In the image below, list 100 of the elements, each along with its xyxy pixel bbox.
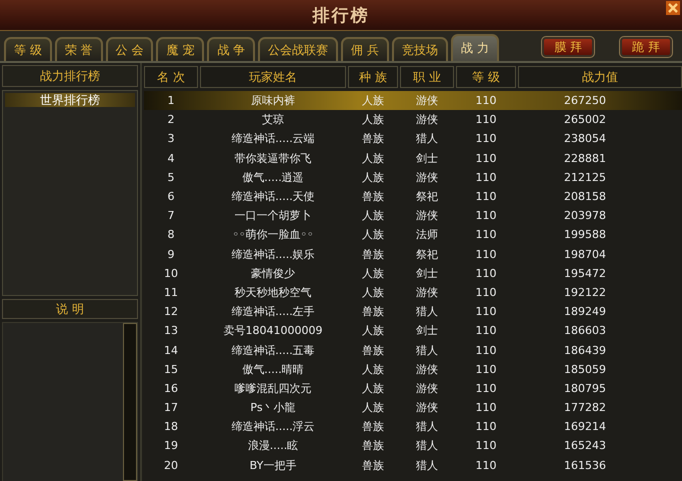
table-cell-text: 兽族 — [361, 304, 385, 320]
column-header[interactable]: 职 业 — [400, 66, 454, 88]
column-header[interactable]: 名 次 — [144, 66, 198, 88]
table-row[interactable]: 9 缔造神话.....娱乐 兽族 祭祀 110 198704 — [144, 244, 682, 264]
tab[interactable]: 公 会 — [106, 37, 154, 61]
table-row[interactable]: 1 原味内裤 人族 游侠 110 267250 — [144, 91, 682, 110]
tab[interactable]: 竞技场 — [392, 37, 448, 61]
table-cell-text: 2 — [166, 112, 176, 128]
table-cell-text: 人族 — [361, 284, 385, 301]
table-cell-text: 110 — [474, 131, 498, 148]
table-cell-text: 人族 — [361, 208, 385, 224]
table-cell-text: 人族 — [361, 93, 385, 110]
tab[interactable]: 战 力 — [450, 34, 499, 61]
window-title: 排行榜 — [312, 4, 370, 26]
table-row[interactable]: 7 一口一个胡萝卜 人族 游侠 110 203978 — [144, 206, 682, 226]
table-row[interactable]: 6 缔造神话.....天使 兽族 祭祀 110 208158 — [144, 186, 682, 206]
table-cell-text: 110 — [474, 419, 498, 436]
table-cell-text: 缔造神话.....浮云 — [230, 419, 316, 436]
table-cell-text: BY一把手 — [248, 458, 298, 474]
table-cell-text: 14 — [163, 342, 179, 359]
sidebar-item[interactable]: 世界排行榜 — [5, 93, 135, 107]
table-row[interactable]: 5 傲气.....逍遥 人族 游侠 110 212125 — [144, 168, 682, 187]
close-icon[interactable] — [666, 1, 680, 15]
info-button[interactable]: 说 明 — [2, 299, 138, 319]
table-cell-text: 110 — [474, 93, 498, 110]
table-cell-text: 一口一个胡萝卜 — [234, 208, 312, 224]
table-cell-text: 110 — [474, 342, 498, 359]
table-cell-text: 剑士 — [415, 150, 439, 167]
sidebar-header: 战力排行榜 — [2, 65, 138, 87]
table-cell-text: 法师 — [415, 227, 439, 244]
table-row[interactable]: 19 浪漫.....眩 兽族 猎人 110 165243 — [144, 436, 682, 456]
table-cell-text: 110 — [474, 304, 498, 320]
table-row[interactable]: 18 缔造神话.....浮云 兽族 猎人 110 169214 — [144, 417, 682, 436]
table-cell-text: 7 — [166, 208, 176, 224]
table-cell-text: 238054 — [563, 131, 607, 148]
table-cell-text: 缔造神话.....天使 — [230, 189, 316, 206]
table-cell-text: 缔造神话.....左手 — [230, 304, 316, 320]
table-cell-text: 人族 — [361, 266, 385, 282]
table-cell-text: 15 — [163, 362, 179, 378]
table-row[interactable]: 11 秒天秒地秒空气 人族 游侠 110 192122 — [144, 282, 682, 302]
table-cell-text: 6 — [166, 189, 176, 206]
column-header[interactable]: 种 族 — [348, 66, 398, 88]
table-cell-text: 110 — [474, 362, 498, 378]
table-cell-text: 傲气.....逍遥 — [241, 170, 305, 186]
table-cell-text: 祭祀 — [415, 189, 439, 206]
table-row[interactable]: 12 缔造神话.....左手 兽族 猎人 110 189249 — [144, 302, 682, 322]
action-button[interactable]: 跪 拜 — [620, 37, 672, 57]
table-cell-text: 208158 — [563, 189, 607, 206]
tab[interactable]: 佣 兵 — [341, 37, 389, 61]
table-cell-text: 兽族 — [361, 438, 385, 454]
table-cell-text: 游侠 — [415, 400, 439, 416]
tab[interactable]: 公会战联赛 — [258, 37, 338, 61]
table-cell-text: 185059 — [563, 362, 607, 378]
table-cell-text: 游侠 — [415, 112, 439, 128]
table-row[interactable]: 20 BY一把手 兽族 猎人 110 161536 — [144, 456, 682, 475]
table-row[interactable]: 15 傲气.....晴晴 人族 游侠 110 185059 — [144, 360, 682, 379]
column-header[interactable]: 玩家姓名 — [200, 66, 346, 88]
table-cell-text: 猎人 — [415, 458, 439, 474]
table-cell-text: 110 — [474, 400, 498, 416]
table-cell-text: 3 — [166, 131, 176, 148]
table-cell-text: 110 — [474, 112, 498, 128]
table-cell-text: 110 — [474, 170, 498, 186]
column-header[interactable]: 等 级 — [456, 66, 516, 88]
table-cell-text: 人族 — [361, 170, 385, 186]
tab[interactable]: 魔 宠 — [156, 37, 204, 61]
table-cell-text: 265002 — [563, 112, 607, 128]
table-cell-text: 11 — [163, 284, 179, 301]
table-cell-text: 195472 — [563, 266, 607, 282]
table-cell-text: 剑士 — [415, 266, 439, 282]
table-cell-text: 177282 — [563, 400, 607, 416]
tab[interactable]: 战 争 — [207, 37, 256, 61]
table-cell-text: 人族 — [361, 323, 385, 340]
table-cell-text: 兽族 — [361, 189, 385, 206]
table-cell-text: 卖号18041000009 — [222, 323, 324, 340]
table-cell-text: 16 — [163, 380, 179, 397]
table-cell-text: 艾琼 — [261, 112, 285, 128]
table-row[interactable]: 2 艾琼 人族 游侠 110 265002 — [144, 110, 682, 130]
table-row[interactable]: 14 缔造神话.....五毒 兽族 猎人 110 186439 — [144, 340, 682, 360]
table-cell-text: 9 — [166, 246, 176, 263]
table-cell-text: 110 — [474, 208, 498, 224]
column-header[interactable]: 战力值 — [518, 66, 682, 88]
scrollbar[interactable] — [123, 323, 137, 481]
table-cell-text: 猎人 — [415, 342, 439, 359]
action-button[interactable]: 膜 拜 — [542, 37, 594, 57]
table-cell-text: 人族 — [361, 150, 385, 167]
table-cell-text: 186603 — [563, 323, 607, 340]
table-row[interactable]: 10 豪情俊少 人族 剑士 110 195472 — [144, 264, 682, 283]
tab[interactable]: 荣 誉 — [54, 37, 103, 61]
table-cell-text: 游侠 — [415, 284, 439, 301]
table-row[interactable]: 16 嗲嗲混乱四次元 人族 游侠 110 180795 — [144, 378, 682, 398]
table-row[interactable]: 8 ◦◦萌你一脸血◦◦ 人族 法师 110 199588 — [144, 225, 682, 244]
table-cell-text: 人族 — [361, 362, 385, 378]
table-cell-text: 165243 — [563, 438, 607, 454]
table-row[interactable]: 17 Ps丶小龍 人族 游侠 110 177282 — [144, 398, 682, 418]
table-row[interactable]: 13 卖号18041000009 人族 剑士 110 186603 — [144, 321, 682, 340]
tab[interactable]: 等 级 — [4, 37, 52, 61]
table-cell-text: 212125 — [563, 170, 607, 186]
table-cell-text: 169214 — [563, 419, 607, 436]
table-row[interactable]: 3 缔造神话.....云端 兽族 猎人 110 238054 — [144, 129, 682, 149]
table-row[interactable]: 4 带你装逼带你飞 人族 剑士 110 228881 — [144, 148, 682, 168]
